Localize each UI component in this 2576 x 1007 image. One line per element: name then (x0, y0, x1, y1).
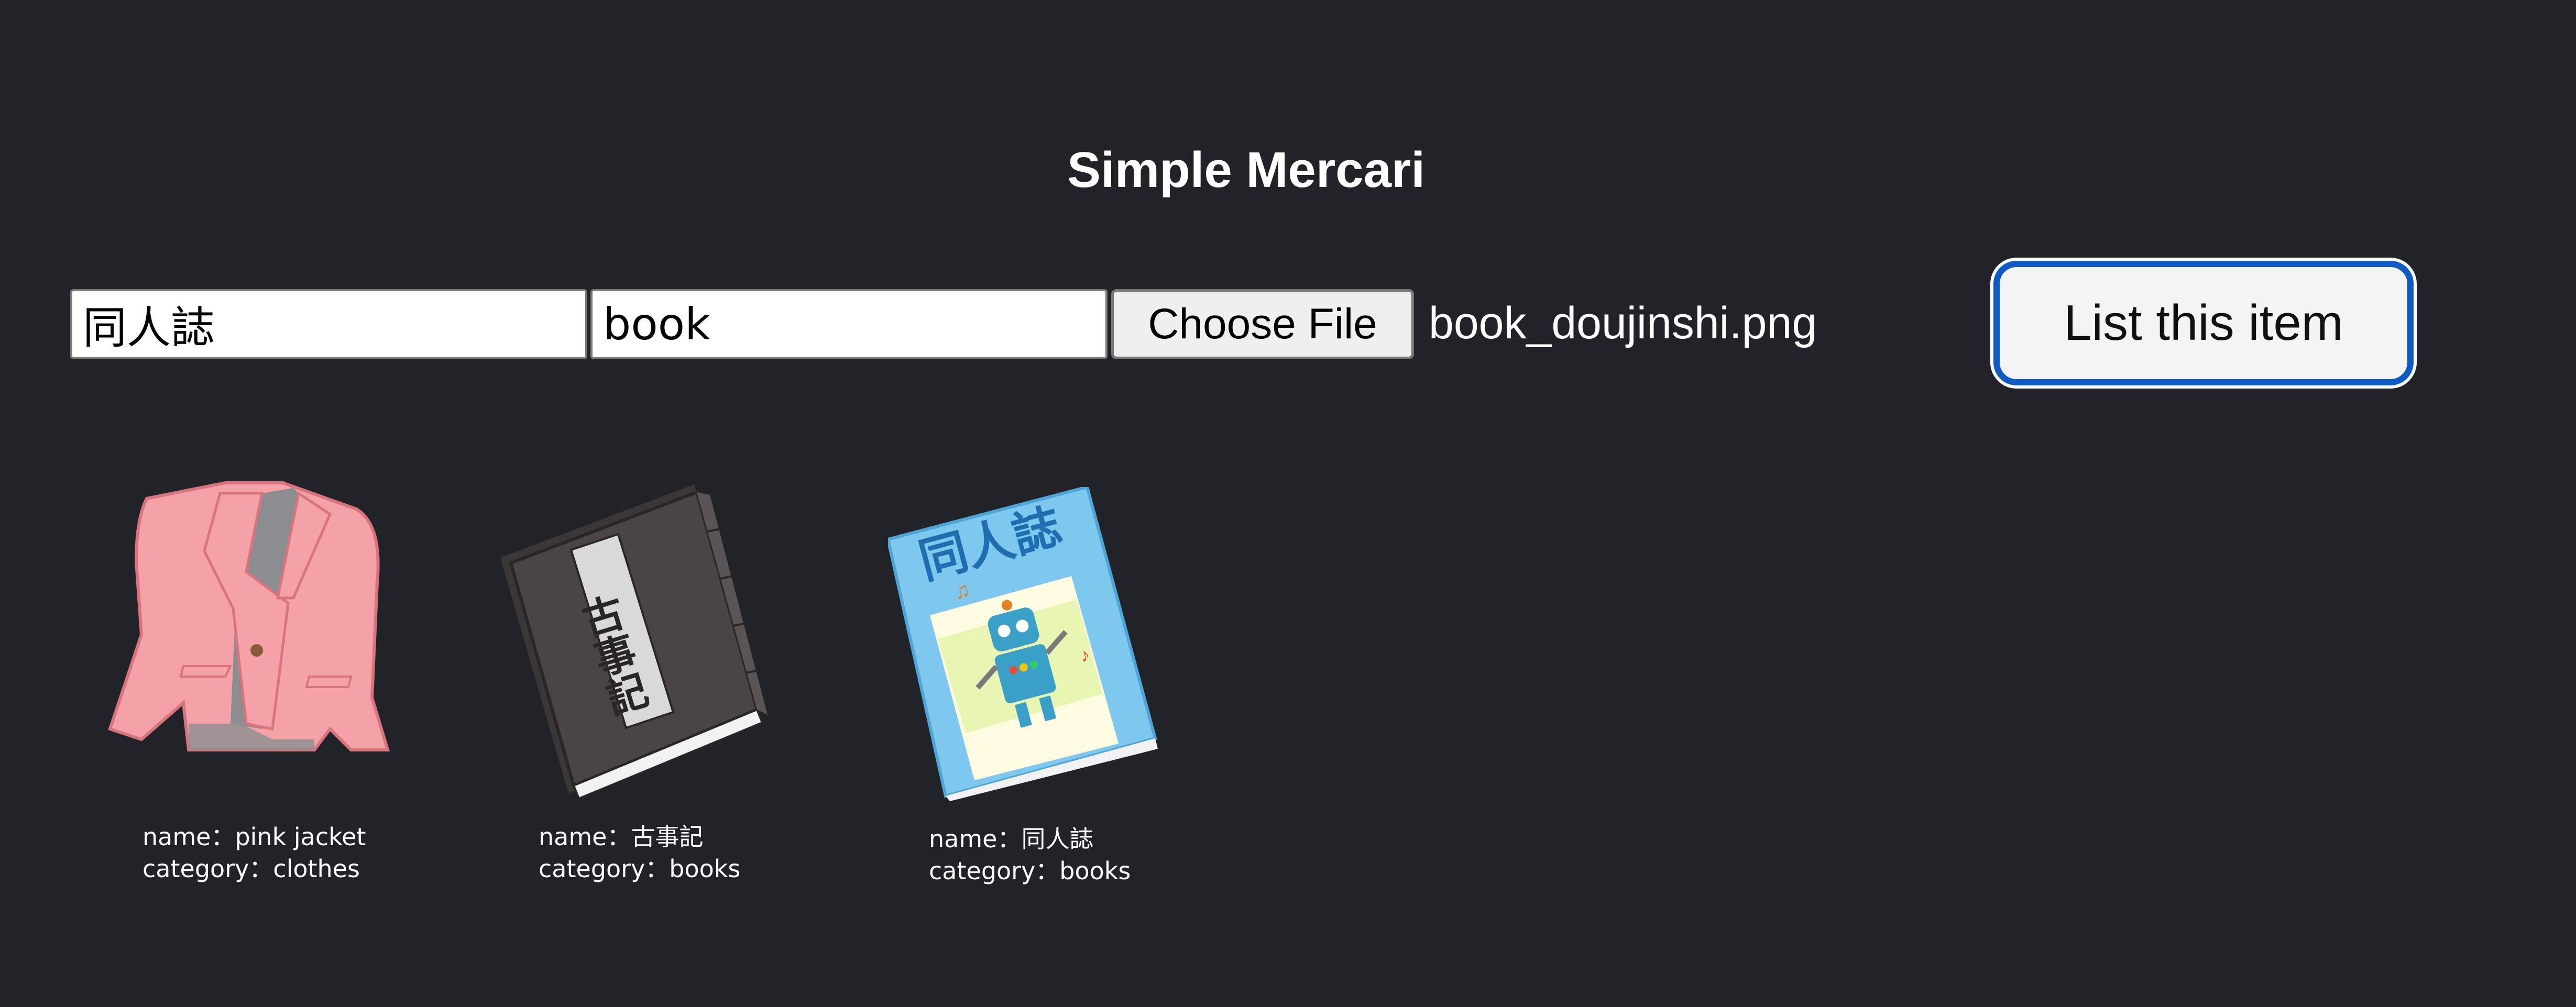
list-item-button[interactable]: List this item (1993, 261, 2414, 385)
item-category-label: category：books (539, 855, 741, 883)
item-caption-2: name：古事記 category：books (539, 821, 740, 885)
page-title: Simple Mercari (1067, 142, 1425, 198)
item-caption-3: name：同人誌 category：books (929, 823, 1131, 887)
pink-jacket-icon (108, 481, 390, 751)
item-category-label: category：books (929, 857, 1131, 885)
selected-file-name: book_doujinshi.png (1429, 298, 1817, 348)
item-caption-1: name：pink jacket category：clothes (142, 821, 366, 885)
choose-file-button[interactable]: Choose File (1111, 289, 1414, 359)
item-name-label: name：同人誌 (929, 825, 1094, 853)
doujinshi-book-icon: ♫ ♪ 同人誌 (888, 487, 1158, 801)
page: Simple Mercari Choose File book_doujinsh… (0, 0, 2576, 1007)
item-name-label: name：古事記 (539, 823, 704, 851)
item-name-input[interactable] (70, 289, 587, 359)
item-name-label: name：pink jacket (142, 823, 366, 851)
item-category-label: category：clothes (142, 855, 360, 883)
item-category-input[interactable] (590, 289, 1108, 359)
kojiki-book-icon: 古事記 (500, 484, 768, 799)
